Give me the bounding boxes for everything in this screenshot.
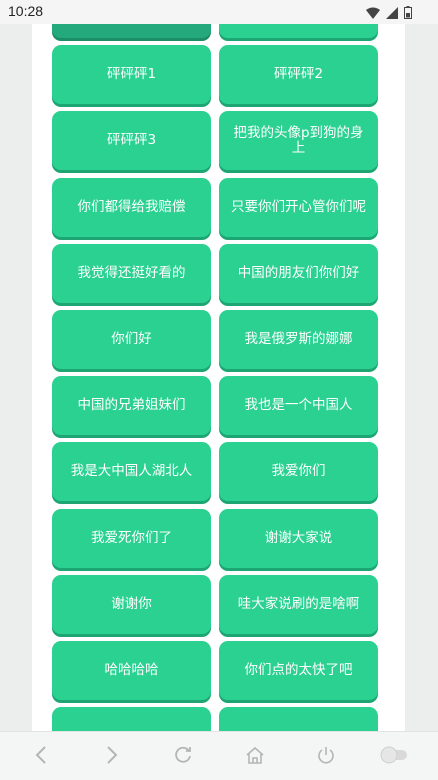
sound-button[interactable] — [219, 707, 378, 731]
wifi-icon — [366, 4, 380, 23]
sound-button[interactable]: 哈哈哈哈 — [52, 641, 211, 700]
battery-icon — [404, 4, 412, 23]
sound-button[interactable]: 谢谢大家说 — [219, 508, 378, 568]
sound-button[interactable]: 砰砰砰2 — [219, 45, 378, 105]
signal-icon — [386, 4, 398, 23]
sound-button[interactable]: 我觉得还挺好看的 — [52, 243, 211, 303]
sound-button[interactable]: 只要你们开心管你们呢 — [219, 177, 378, 237]
sound-board-panel: 砰砰砰1 砰砰砰2 砰砰砰3 把我的头像p到狗的身上 你们都得给我赔偿 只要你们开心管你们… — [32, 0, 405, 731]
toggle-switch[interactable] — [378, 740, 410, 770]
sound-button[interactable]: 哇大家说刷的是啥啊 — [219, 574, 378, 634]
sound-button[interactable]: 把我的头像p到狗的身上 — [219, 111, 378, 171]
sound-button[interactable]: 你们点的太快了吧 — [219, 641, 378, 700]
sound-button[interactable]: 我也是一个中国人 — [219, 376, 378, 436]
sound-button[interactable]: 我爱死你们了 — [52, 508, 211, 568]
refresh-icon[interactable] — [168, 740, 198, 770]
forward-icon[interactable] — [97, 740, 127, 770]
back-icon[interactable] — [26, 740, 56, 770]
sound-button[interactable]: 我爱你们 — [219, 442, 378, 502]
status-time: 10:28 — [8, 3, 44, 19]
sound-button[interactable]: 谢谢你 — [52, 574, 211, 634]
home-icon[interactable] — [240, 740, 270, 770]
sound-button[interactable]: 你们都得给我赔偿 — [52, 177, 211, 237]
sound-button[interactable]: 我是俄罗斯的娜娜 — [219, 310, 378, 369]
sound-button[interactable]: 砰砰砰3 — [52, 111, 211, 171]
sound-button[interactable]: 中国的兄弟姐妹们 — [52, 376, 211, 436]
sound-button[interactable]: 你们好 — [52, 310, 211, 369]
sound-button[interactable] — [52, 707, 211, 731]
sound-button[interactable]: 我是大中国人湖北人 — [52, 442, 211, 502]
power-icon[interactable] — [311, 740, 341, 770]
sound-button[interactable]: 砰砰砰1 — [52, 45, 211, 105]
status-bar: 10:28 — [0, 0, 438, 24]
sound-button[interactable]: 中国的朋友们你们好 — [219, 243, 378, 303]
status-icons — [366, 4, 412, 23]
browser-bottom-bar — [0, 731, 438, 780]
